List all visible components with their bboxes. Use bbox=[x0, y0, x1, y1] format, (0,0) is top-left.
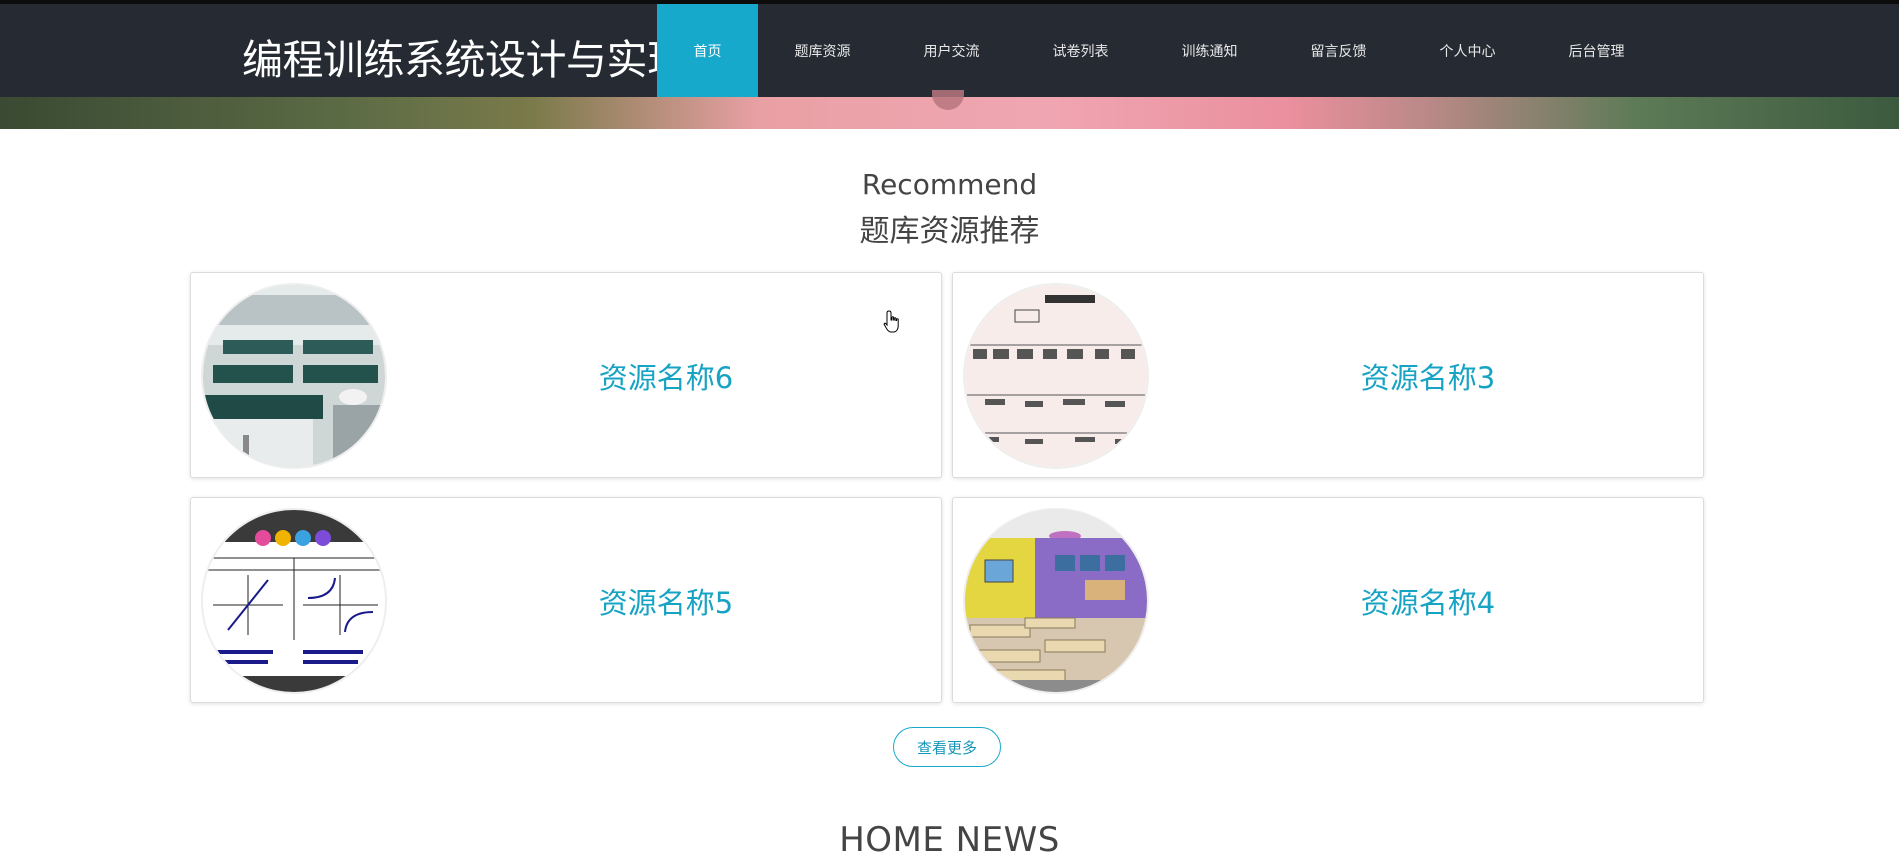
nav-item-feedback[interactable]: 留言反馈 bbox=[1274, 4, 1403, 97]
history-timeline-image bbox=[965, 285, 1147, 467]
main-nav: 首页 题库资源 用户交流 试卷列表 训练通知 留言反馈 个人中心 后台管理 bbox=[657, 4, 1661, 97]
site-title: 编程训练系统设计与实现 bbox=[242, 36, 688, 84]
nav-item-admin[interactable]: 后台管理 bbox=[1532, 4, 1661, 97]
section-title-en: Recommend bbox=[861, 168, 1038, 201]
hand-cursor-icon bbox=[883, 310, 899, 333]
nav-item-training-notice[interactable]: 训练通知 bbox=[1145, 4, 1274, 97]
colorful-classroom-image bbox=[965, 510, 1147, 692]
nav-item-paper-list[interactable]: 试卷列表 bbox=[1016, 4, 1145, 97]
resource-thumbnail bbox=[203, 510, 385, 692]
view-more-button[interactable]: 查看更多 bbox=[893, 727, 1001, 767]
resource-card[interactable]: 资源名称3 bbox=[952, 272, 1704, 478]
math-graphs-image bbox=[203, 510, 385, 692]
resource-card[interactable]: 资源名称6 bbox=[190, 272, 942, 478]
resource-name[interactable]: 资源名称3 bbox=[1153, 273, 1703, 479]
top-navbar: 编程训练系统设计与实现 首页 题库资源 用户交流 试卷列表 训练通知 留言反馈 … bbox=[0, 0, 1899, 97]
nav-item-profile[interactable]: 个人中心 bbox=[1403, 4, 1532, 97]
resource-card[interactable]: 资源名称4 bbox=[952, 497, 1704, 703]
resource-card[interactable]: 资源名称5 bbox=[190, 497, 942, 703]
resource-thumbnail bbox=[203, 285, 385, 467]
resource-name[interactable]: 资源名称6 bbox=[391, 273, 941, 479]
nav-item-question-bank[interactable]: 题库资源 bbox=[758, 4, 887, 97]
resource-name[interactable]: 资源名称5 bbox=[391, 498, 941, 704]
nav-item-home[interactable]: 首页 bbox=[657, 4, 758, 97]
nav-item-user-forum[interactable]: 用户交流 bbox=[887, 4, 1016, 97]
resource-thumbnail bbox=[965, 510, 1147, 692]
section-title-cn: 题库资源推荐 bbox=[859, 214, 1040, 249]
news-section-title: HOME NEWS bbox=[839, 820, 1060, 860]
lab-classroom-image bbox=[203, 285, 385, 467]
resource-name[interactable]: 资源名称4 bbox=[1153, 498, 1703, 704]
resource-thumbnail bbox=[965, 285, 1147, 467]
